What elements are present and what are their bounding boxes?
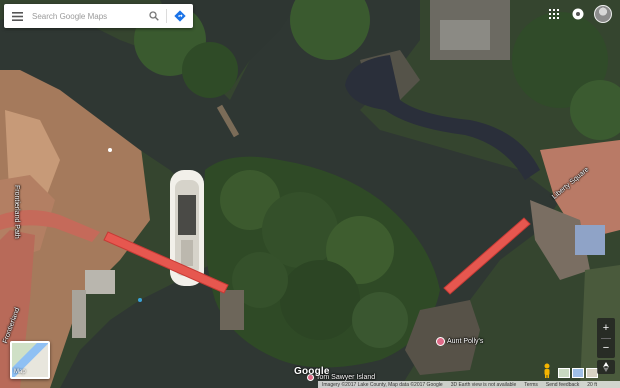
compass-button[interactable] bbox=[597, 360, 615, 374]
earth-view-notice: 3D Earth view is not available bbox=[450, 381, 517, 388]
plus-icon: + bbox=[602, 321, 610, 334]
attribution-bar: Imagery ©2017 Lake County, Map data ©201… bbox=[318, 381, 620, 388]
search-divider bbox=[166, 9, 167, 23]
poi-aunt-pollys[interactable]: Aunt Polly's bbox=[436, 337, 483, 346]
map-type-switcher[interactable]: Map bbox=[10, 341, 50, 379]
menu-button[interactable] bbox=[4, 4, 30, 28]
menu-icon bbox=[11, 11, 23, 21]
directions-icon bbox=[174, 10, 186, 22]
search-box bbox=[4, 4, 193, 28]
street-label-vertical: Frontierland Path bbox=[13, 185, 20, 239]
search-button[interactable] bbox=[144, 4, 164, 28]
zoom-controls: + − bbox=[597, 318, 615, 358]
scale-label: 20 ft bbox=[587, 381, 597, 388]
compass-icon bbox=[603, 362, 609, 372]
imagery-thumb-1[interactable] bbox=[558, 368, 570, 378]
terms-link[interactable]: Terms bbox=[524, 382, 538, 388]
zoom-out-button[interactable]: − bbox=[597, 339, 615, 359]
google-logo: Google bbox=[294, 366, 330, 377]
satellite-map[interactable] bbox=[0, 0, 620, 388]
account-avatar[interactable] bbox=[594, 5, 612, 23]
search-icon bbox=[149, 11, 159, 21]
apps-button[interactable] bbox=[546, 6, 562, 22]
restaurant-pin-icon bbox=[436, 337, 445, 346]
street-label-vertical-text: Frontierland Path bbox=[13, 185, 20, 239]
account-controls bbox=[546, 5, 612, 23]
apps-grid-icon bbox=[549, 9, 559, 19]
pegman-button[interactable] bbox=[541, 363, 553, 379]
imagery-thumb-2[interactable] bbox=[572, 368, 584, 378]
directions-button[interactable] bbox=[169, 4, 191, 28]
notifications-button[interactable] bbox=[570, 6, 586, 22]
notifications-icon bbox=[572, 8, 584, 20]
poi-aunt-pollys-label: Aunt Polly's bbox=[447, 338, 484, 345]
minus-icon: − bbox=[602, 342, 610, 355]
imagery-attribution: Imagery ©2017 Lake County, Map data ©201… bbox=[322, 381, 443, 388]
map-type-label: Map bbox=[14, 369, 26, 375]
send-feedback-link[interactable]: Send feedback bbox=[546, 382, 579, 388]
search-input[interactable] bbox=[30, 6, 144, 26]
zoom-in-button[interactable]: + bbox=[597, 318, 615, 338]
imagery-thumbnails bbox=[558, 368, 598, 378]
pegman-icon bbox=[544, 363, 550, 378]
